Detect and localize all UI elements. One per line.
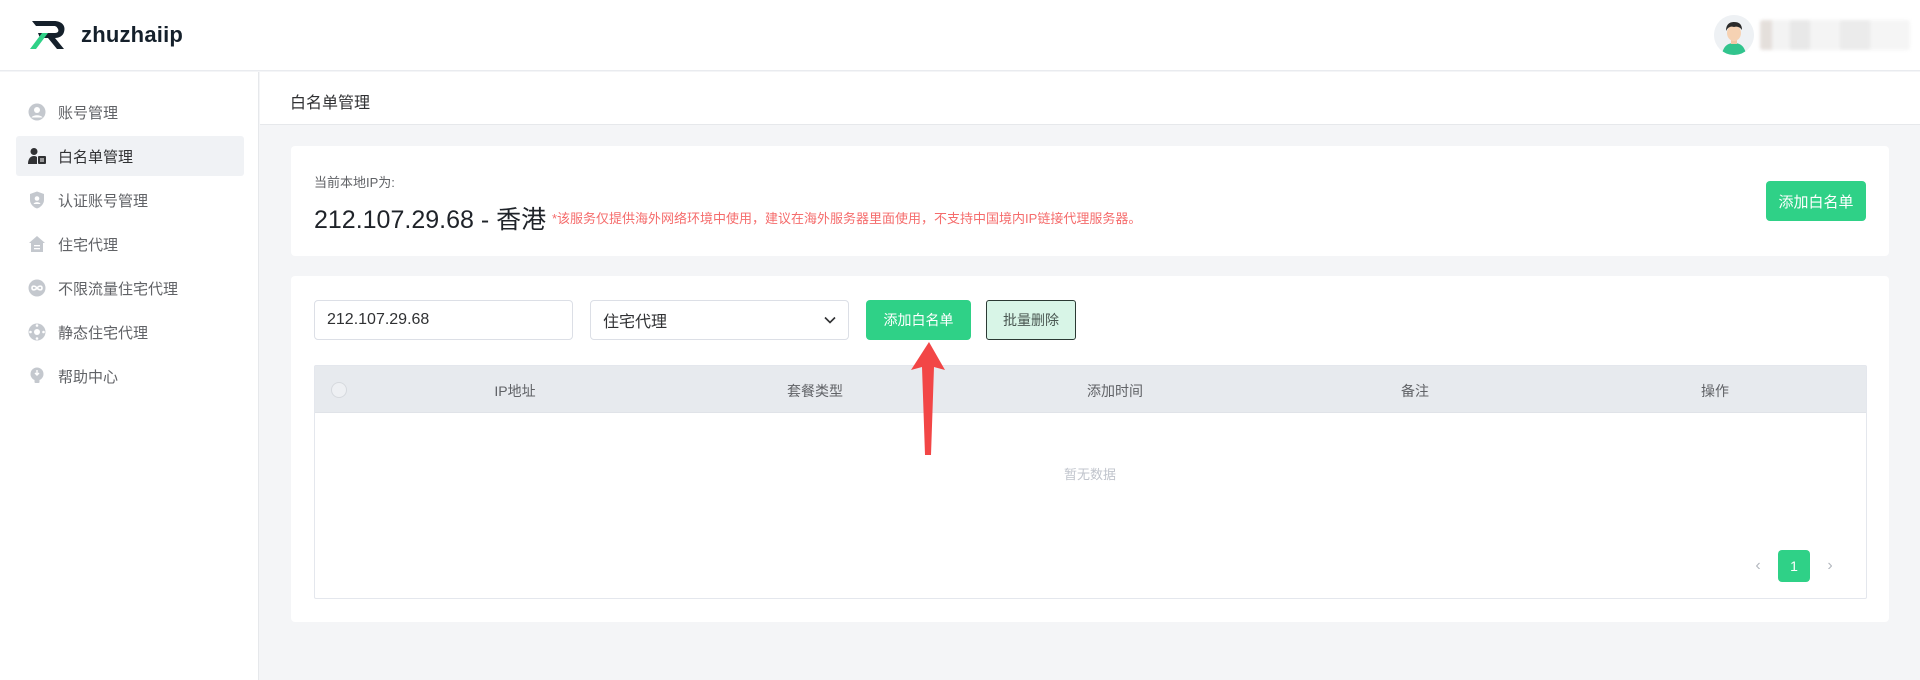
pagination: ‹ 1 › xyxy=(1746,550,1842,582)
table-header: IP地址 套餐类型 添加时间 备注 操作 xyxy=(315,366,1866,413)
shield-user-icon xyxy=(28,191,46,209)
logo-text: zhuzhaiip xyxy=(81,22,184,47)
sidebar-item-label: 帮助中心 xyxy=(58,368,119,386)
top-header: zhuzhaiip xyxy=(0,0,1920,71)
logo-icon xyxy=(30,21,65,49)
sidebar-item-unlimited-proxy[interactable]: 不限流量住宅代理 xyxy=(16,268,244,308)
globe-icon xyxy=(28,323,46,341)
sidebar: 账号管理 白名单管理 认证账号管理 住宅代理 不限流量住宅代理 静态住宅代理 帮… xyxy=(0,72,259,680)
sidebar-item-residential-proxy[interactable]: 住宅代理 xyxy=(16,224,244,264)
logo[interactable]: zhuzhaiip xyxy=(28,18,183,52)
package-type-select[interactable]: 住宅代理 xyxy=(590,300,849,340)
username-blurred xyxy=(1760,20,1910,50)
column-header-added-time: 添加时间 xyxy=(1087,383,1143,399)
annotation-arrow xyxy=(911,342,945,455)
local-ip-value: 212.107.29.68 - 香港 xyxy=(314,206,547,234)
sidebar-item-label: 账号管理 xyxy=(58,104,119,122)
sidebar-item-whitelist[interactable]: 白名单管理 xyxy=(16,136,244,176)
sidebar-item-label: 不限流量住宅代理 xyxy=(58,280,179,298)
user-circle-icon xyxy=(28,103,46,121)
whitelist-card: 住宅代理 添加白名单 批量删除 IP地址 套餐类型 添加时间 备注 操作 暂无数… xyxy=(291,276,1889,622)
chevron-down-icon xyxy=(824,316,836,324)
sidebar-item-static-proxy[interactable]: 静态住宅代理 xyxy=(16,312,244,352)
breadcrumb-bar: 白名单管理 xyxy=(260,72,1920,125)
house-icon xyxy=(28,235,46,253)
add-whitelist-button[interactable]: 添加白名单 xyxy=(866,300,971,340)
package-type-selected: 住宅代理 xyxy=(603,314,668,331)
sidebar-item-label: 住宅代理 xyxy=(58,236,119,254)
sidebar-item-account[interactable]: 账号管理 xyxy=(16,92,244,132)
sidebar-item-auth-accounts[interactable]: 认证账号管理 xyxy=(16,180,244,220)
column-header-package-type: 套餐类型 xyxy=(787,383,843,399)
next-page-button[interactable]: › xyxy=(1818,557,1842,575)
breadcrumb: 白名单管理 xyxy=(290,95,371,112)
avatar[interactable] xyxy=(1714,15,1754,55)
column-header-actions: 操作 xyxy=(1701,383,1729,399)
add-current-ip-whitelist-button[interactable]: 添加白名单 xyxy=(1766,181,1866,221)
lightbulb-icon xyxy=(28,367,46,385)
sidebar-item-help[interactable]: 帮助中心 xyxy=(16,356,244,396)
user-card-icon xyxy=(28,147,46,165)
whitelist-table: IP地址 套餐类型 添加时间 备注 操作 暂无数据 ‹ 1 › xyxy=(314,365,1867,599)
select-all-checkbox[interactable] xyxy=(331,382,347,398)
column-header-remark: 备注 xyxy=(1401,383,1429,399)
empty-state-text: 暂无数据 xyxy=(1063,467,1117,482)
ip-input[interactable] xyxy=(314,300,573,340)
sidebar-item-label: 静态住宅代理 xyxy=(58,324,149,342)
usage-notice: *该服务仅提供海外网络环境中使用，建议在海外服务器里面使用，不支持中国境内IP链… xyxy=(552,211,1142,226)
sidebar-item-label: 认证账号管理 xyxy=(58,192,149,210)
user-menu[interactable] xyxy=(1714,15,1910,55)
local-ip-caption: 当前本地IP为: xyxy=(314,175,395,190)
infinity-icon xyxy=(28,279,46,297)
column-header-ip: IP地址 xyxy=(494,383,536,399)
sidebar-item-label: 白名单管理 xyxy=(58,148,134,166)
batch-delete-button[interactable]: 批量删除 xyxy=(986,300,1076,340)
prev-page-button[interactable]: ‹ xyxy=(1746,557,1770,575)
page-number-button[interactable]: 1 xyxy=(1778,550,1810,582)
local-ip-card: 当前本地IP为: 212.107.29.68 - 香港 *该服务仅提供海外网络环… xyxy=(291,146,1889,256)
